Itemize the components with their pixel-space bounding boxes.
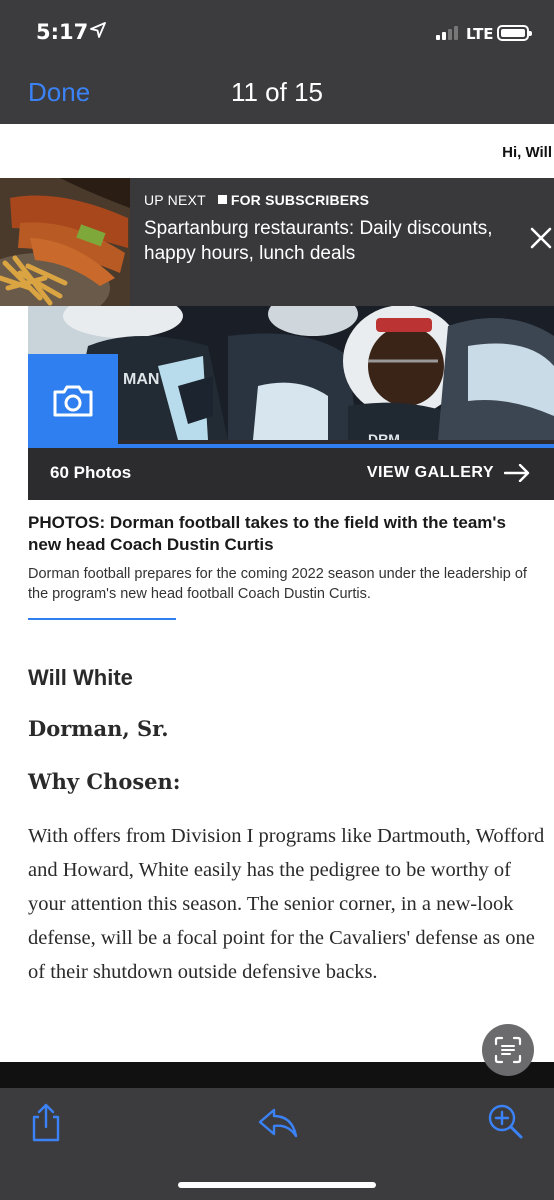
- home-indicator[interactable]: [178, 1182, 376, 1188]
- share-icon[interactable]: [26, 1102, 66, 1142]
- svg-text:MAN: MAN: [123, 371, 159, 388]
- zoom-in-icon[interactable]: [486, 1102, 526, 1142]
- article-body: With offers from Division I programs lik…: [28, 825, 545, 983]
- gallery-caption-title[interactable]: PHOTOS: Dorman football takes to the fie…: [28, 512, 538, 556]
- page-counter: 11 of 15: [230, 77, 324, 107]
- signal-icon: [436, 26, 458, 40]
- status-bar: 5:17 LTE: [0, 0, 554, 66]
- up-next-title[interactable]: Spartanburg restaurants: Daily discounts…: [144, 216, 504, 266]
- close-icon[interactable]: [528, 226, 554, 252]
- nav-bar: Done 11 of 15: [0, 66, 554, 124]
- photo-gallery-card[interactable]: MAN DRM 60 Photos VIEW GALLERY: [28, 306, 554, 500]
- caption-divider: [28, 618, 176, 620]
- text-scan-icon[interactable]: [482, 1024, 534, 1076]
- player-name: Will White: [28, 665, 133, 690]
- view-gallery-button[interactable]: VIEW GALLERY: [367, 464, 530, 482]
- location-arrow-icon: [90, 22, 106, 38]
- subscriber-square-icon: [217, 195, 227, 204]
- status-time: 5:17: [36, 20, 89, 44]
- reply-icon[interactable]: [256, 1102, 298, 1142]
- up-next-kicker: UP NEXT FOR SUBSCRIBERS: [144, 192, 370, 208]
- gallery-divider: [28, 444, 554, 448]
- camera-icon: [28, 354, 118, 447]
- up-next-thumbnail[interactable]: [0, 178, 130, 306]
- arrow-right-icon: [504, 464, 530, 482]
- view-gallery-label: VIEW GALLERY: [366, 464, 494, 481]
- player-school: Dorman, Sr.: [28, 716, 169, 741]
- network-label: LTE: [466, 25, 494, 43]
- up-next-banner[interactable]: UP NEXT FOR SUBSCRIBERS Spartanburg resta…: [0, 178, 554, 306]
- user-greeting[interactable]: Hi, Will: [502, 144, 552, 161]
- why-chosen-heading: Why Chosen:: [28, 769, 181, 794]
- gallery-caption-description: Dorman football prepares for the coming …: [28, 566, 527, 602]
- battery-icon: [497, 25, 532, 41]
- photo-count: 60 Photos: [50, 463, 132, 482]
- article-page: Hi, Will UP NEXT FOR SUBSCRIBERS Spartan…: [0, 124, 554, 1062]
- svg-text:DRM: DRM: [368, 431, 400, 440]
